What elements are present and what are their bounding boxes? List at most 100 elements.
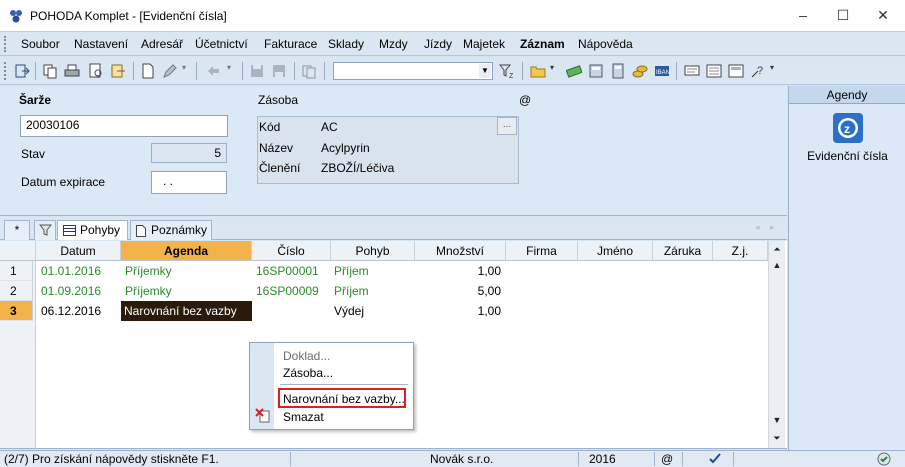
menu-adresar[interactable]: Adresář: [141, 37, 183, 51]
message-icon[interactable]: [684, 63, 700, 79]
exit-icon[interactable]: [14, 63, 30, 79]
combo-arrow-icon[interactable]: ▼: [479, 64, 491, 78]
dropdown-arrow-icon[interactable]: ▾: [227, 63, 243, 79]
title-bar: POHODA Komplet - [Evidenční čísla] – ☐ ✕: [0, 0, 905, 32]
cell-date[interactable]: 01.09.2016: [41, 281, 101, 301]
cell-number[interactable]: 16SP00009: [256, 281, 319, 301]
expiry-date-field[interactable]: . .: [151, 171, 227, 194]
edit-icon[interactable]: [162, 63, 178, 79]
expiry-label: Datum expirace: [21, 175, 106, 189]
cell-number[interactable]: 16SP00001: [256, 261, 319, 281]
highlight-box: [278, 388, 406, 408]
menu-sklady[interactable]: Sklady: [328, 37, 364, 51]
scroll-bottom-icon[interactable]: ⏷: [769, 430, 785, 446]
cell-agenda-selected[interactable]: Narovnání bez vazby: [121, 301, 252, 321]
calculator-icon[interactable]: [588, 63, 604, 79]
dropdown-arrow-icon[interactable]: ▾: [770, 63, 786, 79]
save-icon[interactable]: [249, 63, 265, 79]
menu-item-stock[interactable]: Zásoba...: [283, 366, 333, 380]
dropdown-arrow-icon[interactable]: ▾: [550, 63, 566, 79]
help-icon[interactable]: ?: [750, 63, 766, 79]
scroll-up-icon[interactable]: ▲: [769, 257, 785, 273]
menu-soubor[interactable]: Soubor: [21, 37, 60, 51]
back-icon[interactable]: [205, 63, 221, 79]
column-header-company[interactable]: Firma: [506, 241, 578, 261]
close-button[interactable]: ✕: [863, 0, 903, 30]
column-header-number[interactable]: Číslo: [252, 241, 331, 261]
print-preview-icon[interactable]: [88, 63, 104, 79]
minimize-button[interactable]: –: [783, 0, 823, 30]
stock-section-label: Zásoba: [258, 93, 299, 107]
menu-jizdy[interactable]: Jízdy: [424, 37, 452, 51]
cell-quantity[interactable]: 1,00: [415, 301, 501, 321]
status-at[interactable]: @: [661, 452, 673, 467]
coins-icon[interactable]: [632, 63, 648, 79]
scroll-top-icon[interactable]: ⏶: [769, 241, 785, 257]
export-icon[interactable]: [110, 63, 126, 79]
list-icon[interactable]: [706, 63, 722, 79]
scroll-down-icon[interactable]: ▼: [769, 412, 785, 428]
row-number[interactable]: 2: [0, 281, 33, 301]
tab-notes[interactable]: Poznámky: [130, 220, 212, 240]
cell-quantity[interactable]: 1,00: [415, 261, 501, 281]
category-value: ZBOŽÍ/Léčiva: [321, 161, 395, 175]
filter-icon[interactable]: Z: [499, 63, 515, 79]
cell-agenda[interactable]: Příjemky: [125, 281, 172, 301]
tab-star[interactable]: *: [4, 220, 30, 240]
menu-ucetnictvi[interactable]: Účetnictví: [195, 37, 248, 51]
column-header-date[interactable]: Datum: [36, 241, 121, 261]
stock-select-button[interactable]: ...: [497, 117, 517, 135]
menu-grip: [4, 36, 7, 52]
tab-movements[interactable]: Pohyby: [57, 220, 128, 240]
vertical-scrollbar[interactable]: ⏶ ▲ ▼ ⏷: [768, 241, 785, 448]
status-divider: [682, 452, 683, 466]
column-header-quantity[interactable]: Množství: [415, 241, 506, 261]
menu-fakturace[interactable]: Fakturace: [264, 37, 317, 51]
cell-movement[interactable]: Příjem: [334, 281, 369, 301]
menu-item-delete[interactable]: Smazat: [283, 410, 324, 424]
serial-numbers-agenda-icon[interactable]: z: [832, 112, 864, 144]
column-header-unit[interactable]: Z.j.: [713, 241, 768, 261]
pohoda-app-icon: [10, 10, 22, 23]
check-pen-icon[interactable]: [708, 452, 722, 466]
tab-filter[interactable]: [34, 220, 56, 240]
money-icon[interactable]: [566, 63, 582, 79]
column-header-agenda[interactable]: Agenda: [121, 241, 252, 261]
scroll-left-icon[interactable]: ◂: [755, 222, 760, 233]
cell-quantity[interactable]: 5,00: [415, 281, 501, 301]
column-header-warranty[interactable]: Záruka: [653, 241, 713, 261]
column-header-movement[interactable]: Pohyb: [331, 241, 415, 261]
menu-item-document[interactable]: Doklad...: [283, 349, 330, 363]
batch-field[interactable]: 20030106: [20, 115, 228, 137]
column-header-name[interactable]: Jméno: [578, 241, 653, 261]
cell-date[interactable]: 06.12.2016: [41, 301, 101, 321]
at-link[interactable]: @: [519, 93, 531, 107]
cell-date[interactable]: 01.01.2016: [41, 261, 101, 281]
menu-majetek[interactable]: Majetek: [463, 37, 505, 51]
agendas-header: Agendy: [789, 86, 905, 104]
cell-movement[interactable]: Výdej: [334, 301, 364, 321]
row-number-active[interactable]: 3: [0, 301, 33, 321]
save-all-icon[interactable]: [271, 63, 287, 79]
iban-icon[interactable]: IBAN: [654, 63, 670, 79]
menu-zaznam[interactable]: Záznam: [520, 37, 565, 51]
cell-movement[interactable]: Příjem: [334, 261, 369, 281]
print-icon[interactable]: [64, 63, 80, 79]
online-check-icon[interactable]: [877, 452, 891, 466]
quick-search-combo[interactable]: ▼: [333, 62, 493, 80]
menu-napoveda[interactable]: Nápověda: [578, 37, 633, 51]
menu-mzdy[interactable]: Mzdy: [379, 37, 408, 51]
calculator2-icon[interactable]: [610, 63, 626, 79]
copy-icon[interactable]: [42, 63, 58, 79]
folder-icon[interactable]: [530, 63, 546, 79]
report-icon[interactable]: [728, 63, 744, 79]
maximize-button[interactable]: ☐: [823, 0, 863, 30]
toolbar-separator: [133, 62, 134, 80]
menu-nastaveni[interactable]: Nastavení: [74, 37, 128, 51]
cell-agenda[interactable]: Příjemky: [125, 261, 172, 281]
row-number[interactable]: 1: [0, 261, 33, 281]
new-record-icon[interactable]: [140, 63, 156, 79]
duplicate-icon[interactable]: [301, 63, 317, 79]
scroll-right-icon[interactable]: ▸: [770, 222, 775, 233]
agenda-serial-numbers[interactable]: Evidenční čísla: [789, 149, 905, 163]
